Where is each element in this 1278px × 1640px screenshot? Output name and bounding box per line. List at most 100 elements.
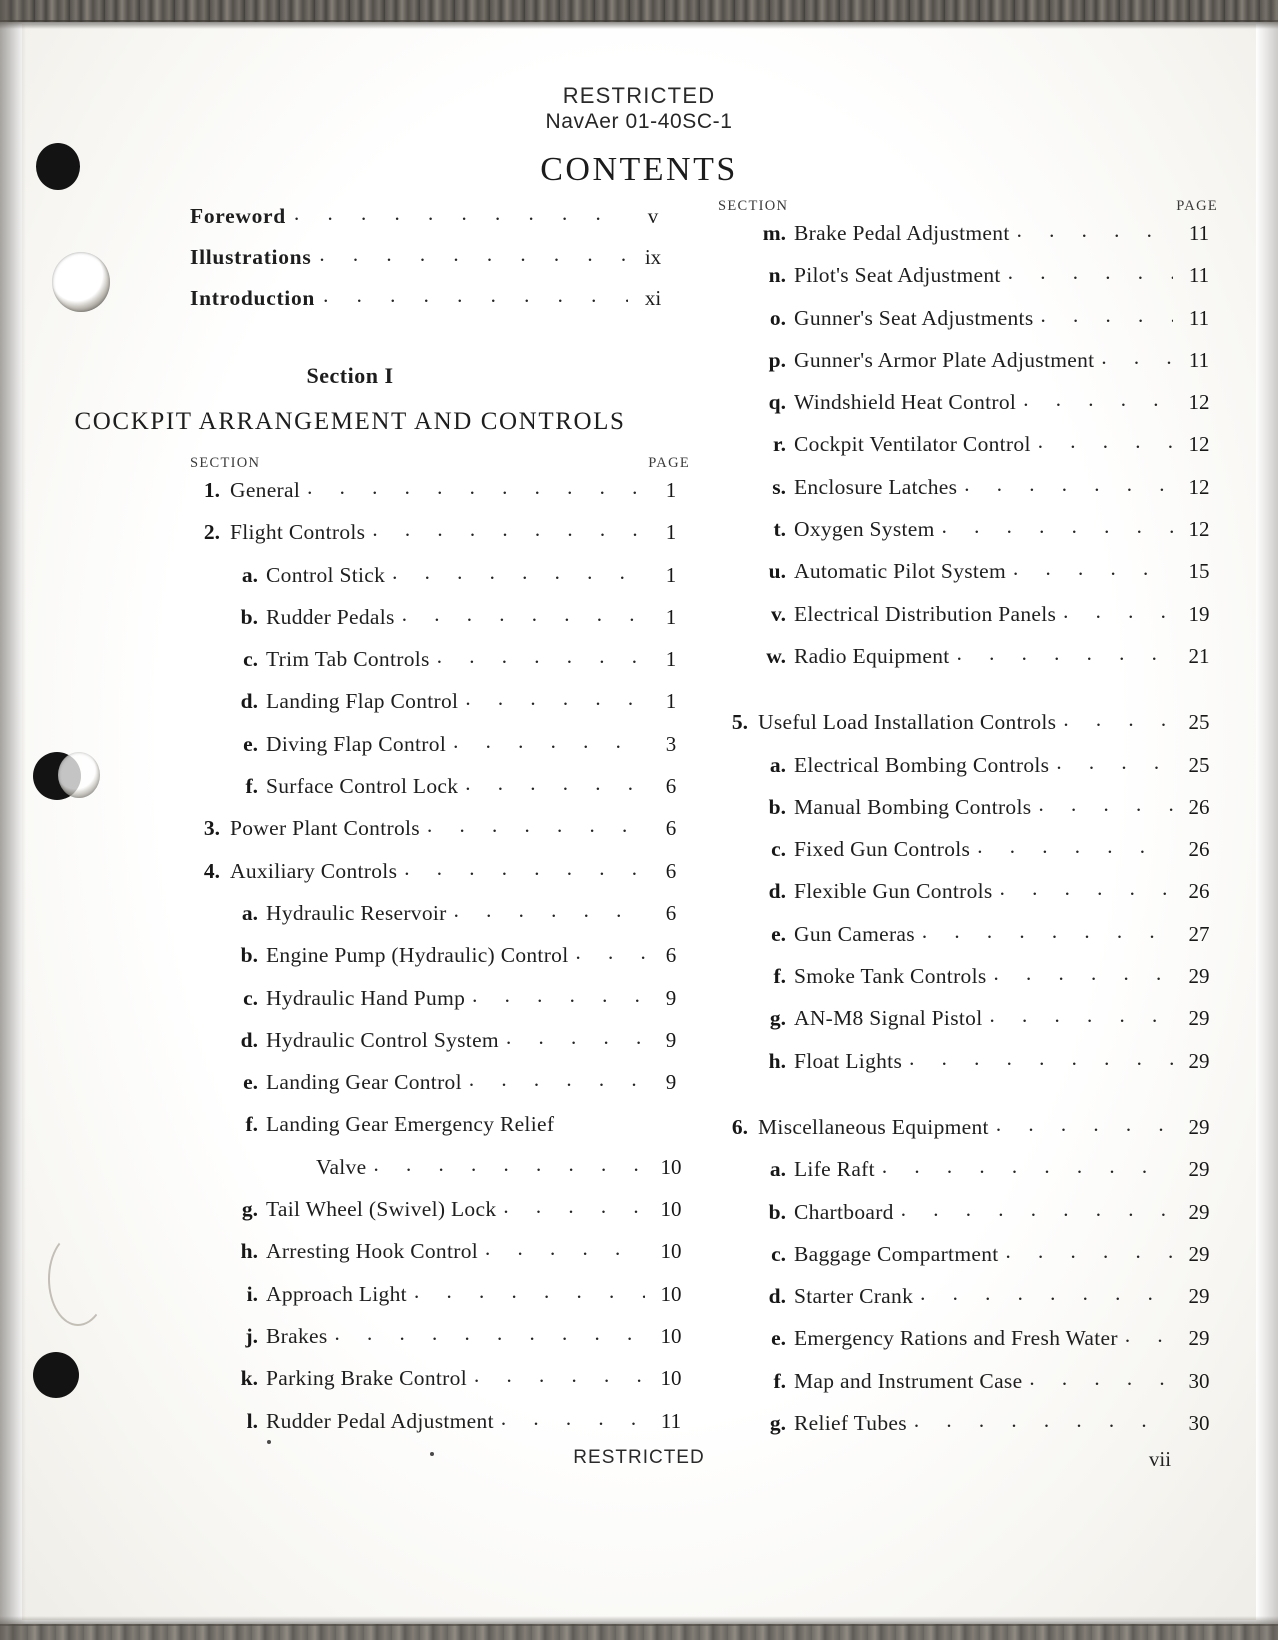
- toc-entry[interactable]: a. Control Stick. . . . . . . . . . . . .…: [190, 559, 690, 605]
- front-matter-page: v: [647, 204, 659, 228]
- toc-entry-marker: d.: [240, 1027, 258, 1052]
- toc-entry[interactable]: f. Map and Instrument Case. . . . . . . .…: [718, 1366, 1218, 1411]
- toc-entry-page: 29: [1188, 1048, 1210, 1073]
- toc-entry[interactable]: c. Fixed Gun Controls. . . . . . . . . . …: [718, 834, 1218, 879]
- toc-entry[interactable]: t. Oxygen System. . . . . . . . . . . . .…: [718, 514, 1218, 559]
- toc-entry[interactable]: a. Life Raft. . . . . . . . . . . . . . .…: [718, 1154, 1218, 1199]
- toc-entry-title: Rudder Pedals: [266, 604, 395, 629]
- toc-entry-marker: s.: [772, 474, 786, 499]
- toc-entry-page: 12: [1188, 517, 1210, 542]
- toc-entry[interactable]: e. Gun Cameras. . . . . . . . . . . . . .…: [718, 919, 1218, 964]
- toc-entry-page: 3: [665, 731, 677, 756]
- toc-entry[interactable]: m. Brake Pedal Adjustment. . . . . . . . …: [718, 218, 1218, 263]
- toc-entry-page: 10: [660, 1281, 682, 1306]
- toc-entry-page: 11: [1188, 347, 1210, 372]
- toc-entry[interactable]: r. Cockpit Ventilator Control. . . . . . …: [718, 429, 1218, 474]
- toc-entry-page: 6: [665, 943, 677, 968]
- toc-entry[interactable]: g. AN-M8 Signal Pistol. . . . . . . . . .…: [718, 1003, 1218, 1048]
- toc-entry-marker: 6.: [731, 1114, 748, 1139]
- leader-dots: . . . . . . . . . . . . . . . . . . . . …: [964, 471, 1173, 496]
- toc-entry[interactable]: h. Float Lights. . . . . . . . . . . . . …: [718, 1046, 1218, 1091]
- toc-entry[interactable]: 4. Auxiliary Controls. . . . . . . . . . …: [190, 856, 690, 901]
- toc-entry[interactable]: u. Automatic Pilot System. . . . . . . . …: [718, 556, 1218, 601]
- toc-entry[interactable]: d. Landing Flap Control. . . . . . . . . …: [190, 686, 690, 731]
- leader-dots: . . . . . . . . . . . . . . . . . . . . …: [503, 1194, 645, 1219]
- toc-entry-title: Landing Flap Control: [266, 689, 459, 714]
- leader-dots: . . . . . . . . . . . . . . . . . . . . …: [1013, 556, 1173, 581]
- column-header-page-label: PAGE: [1176, 198, 1218, 214]
- toc-entry[interactable]: e. Landing Gear Control. . . . . . . . . …: [190, 1067, 690, 1112]
- toc-entry[interactable]: n. Pilot's Seat Adjustment. . . . . . . .…: [718, 260, 1218, 305]
- toc-entry-page: 29: [1188, 1199, 1210, 1224]
- toc-entry[interactable]: g. Tail Wheel (Swivel) Lock. . . . . . . …: [190, 1194, 690, 1239]
- toc-entry-marker: m.: [762, 221, 786, 245]
- leader-dots: . . . . . . . . . . . . . . . . . . . . …: [913, 1408, 1173, 1433]
- toc-entry[interactable]: 2. Flight Controls. . . . . . . . . . . .…: [190, 517, 690, 562]
- toc-entry[interactable]: b. Engine Pump (Hydraulic) Control. . . .…: [190, 940, 690, 985]
- leader-dots: . . . . . . . . . . . . . . . . . . . . …: [323, 283, 628, 307]
- leader-dots: . . . . . . . . . . . . . . . . . . . . …: [500, 1405, 645, 1430]
- toc-entry-marker: 1.: [203, 478, 220, 502]
- toc-entry[interactable]: q. Windshield Heat Control. . . . . . . .…: [718, 387, 1218, 432]
- toc-entry[interactable]: j. Brakes. . . . . . . . . . . . . . . . …: [190, 1320, 690, 1366]
- toc-entry[interactable]: f.Landing Gear Emergency Relief. . . . .…: [190, 1112, 690, 1154]
- front-matter-row: Introduction . . . . . . . . . . . . . .…: [190, 283, 670, 327]
- toc-entry[interactable]: d. Hydraulic Control System. . . . . . . …: [190, 1025, 690, 1070]
- toc-entry-title: Electrical Bombing Controls: [794, 752, 1050, 777]
- toc-entry[interactable]: h. Arresting Hook Control. . . . . . . . …: [190, 1236, 690, 1281]
- toc-entry[interactable]: l. Rudder Pedal Adjustment. . . . . . . .…: [190, 1405, 690, 1451]
- toc-entry[interactable]: o. Gunner's Seat Adjustments. . . . . . .…: [718, 303, 1218, 348]
- toc-entry-page: 9: [665, 1027, 677, 1052]
- toc-entry[interactable]: e. Emergency Rations and Fresh Water. . .…: [718, 1323, 1218, 1368]
- toc-entry[interactable]: p. Gunner's Armor Plate Adjustment. . . .…: [718, 345, 1218, 390]
- toc-entry[interactable]: 5. Useful Load Installation Controls. . .…: [718, 707, 1218, 752]
- toc-entry[interactable]: d. Starter Crank. . . . . . . . . . . . .…: [718, 1281, 1218, 1326]
- leader-dots: . . . . . . . . . . . . . . . . . . . . …: [1124, 1323, 1173, 1348]
- toc-entry-marker: l.: [246, 1408, 258, 1433]
- toc-entry-marker: c.: [771, 1241, 786, 1266]
- toc-entry[interactable]: a. Hydraulic Reservoir. . . . . . . . . .…: [190, 898, 690, 943]
- toc-entry[interactable]: c. Trim Tab Controls. . . . . . . . . . .…: [190, 644, 690, 689]
- toc-entry-page: 6: [665, 816, 677, 841]
- toc-entry[interactable]: c. Baggage Compartment. . . . . . . . . .…: [718, 1239, 1218, 1284]
- leader-dots: . . . . . . . . . . . . . . . . . . . . …: [392, 559, 645, 584]
- toc-entry[interactable]: w. Radio Equipment. . . . . . . . . . . .…: [718, 641, 1218, 686]
- toc-entry-title: Baggage Compartment: [794, 1241, 999, 1266]
- toc-entry[interactable]: v. Electrical Distribution Panels. . . . …: [718, 599, 1218, 644]
- toc-entry[interactable]: 1. General. . . . . . . . . . . . . . . .…: [190, 475, 690, 520]
- toc-entry-title: Control Stick: [266, 562, 386, 587]
- toc-entry-marker: g.: [769, 1411, 786, 1436]
- toc-entry-page: 1: [665, 520, 677, 545]
- toc-entry[interactable]: Valve. . . . . . . . . . . . . . . . . .…: [190, 1152, 690, 1197]
- toc-entry[interactable]: e. Diving Flap Control. . . . . . . . . .…: [190, 729, 690, 774]
- toc-entry-title: Map and Instrument Case: [794, 1368, 1023, 1393]
- front-matter-label: Foreword: [190, 204, 286, 228]
- toc-entry[interactable]: b. Chartboard. . . . . . . . . . . . . . …: [718, 1196, 1218, 1242]
- toc-entry-marker: c.: [243, 985, 258, 1010]
- toc-entry[interactable]: c. Hydraulic Hand Pump. . . . . . . . . .…: [190, 983, 690, 1028]
- toc-entry-title: Tail Wheel (Swivel) Lock: [266, 1197, 497, 1222]
- leader-dots: . . . . . . . . . . . . . . . . . . . . …: [401, 601, 645, 626]
- toc-entry[interactable]: 3. Power Plant Controls. . . . . . . . . …: [190, 813, 690, 858]
- toc-entry-page: 26: [1188, 879, 1210, 904]
- toc-entry-marker: 3.: [203, 816, 220, 841]
- toc-entry[interactable]: b. Manual Bombing Controls. . . . . . . .…: [718, 792, 1218, 837]
- toc-entry[interactable]: d. Flexible Gun Controls. . . . . . . . .…: [718, 876, 1218, 921]
- toc-entry-title: Brakes: [266, 1323, 328, 1348]
- toc-entry-title: Starter Crank: [794, 1284, 914, 1309]
- leader-dots: . . . . . . . . . . . . . . . . . . . . …: [334, 1320, 645, 1345]
- toc-entry[interactable]: b. Rudder Pedals. . . . . . . . . . . . .…: [190, 601, 690, 647]
- toc-entry[interactable]: s. Enclosure Latches. . . . . . . . . . .…: [718, 471, 1218, 517]
- toc-entry[interactable]: f. Smoke Tank Controls. . . . . . . . . .…: [718, 961, 1218, 1006]
- toc-entry[interactable]: i. Approach Light. . . . . . . . . . . . …: [190, 1279, 690, 1324]
- toc-entry[interactable]: a. Electrical Bombing Controls. . . . . .…: [718, 750, 1218, 795]
- toc-entry-page: 1: [665, 562, 677, 587]
- toc-entry[interactable]: f. Surface Control Lock. . . . . . . . . …: [190, 771, 690, 816]
- toc-entry[interactable]: k. Parking Brake Control. . . . . . . . .…: [190, 1363, 690, 1408]
- toc-entry-marker: 4.: [203, 858, 220, 883]
- toc-entry-marker: i.: [246, 1281, 258, 1306]
- toc-entry[interactable]: 6. Miscellaneous Equipment. . . . . . . .…: [718, 1112, 1218, 1157]
- leader-dots: . . . . . . . . . . . . . . . . . . . . …: [900, 1196, 1173, 1221]
- toc-entry-page: 26: [1188, 794, 1210, 819]
- toc-entry-title: Hydraulic Control System: [266, 1027, 499, 1052]
